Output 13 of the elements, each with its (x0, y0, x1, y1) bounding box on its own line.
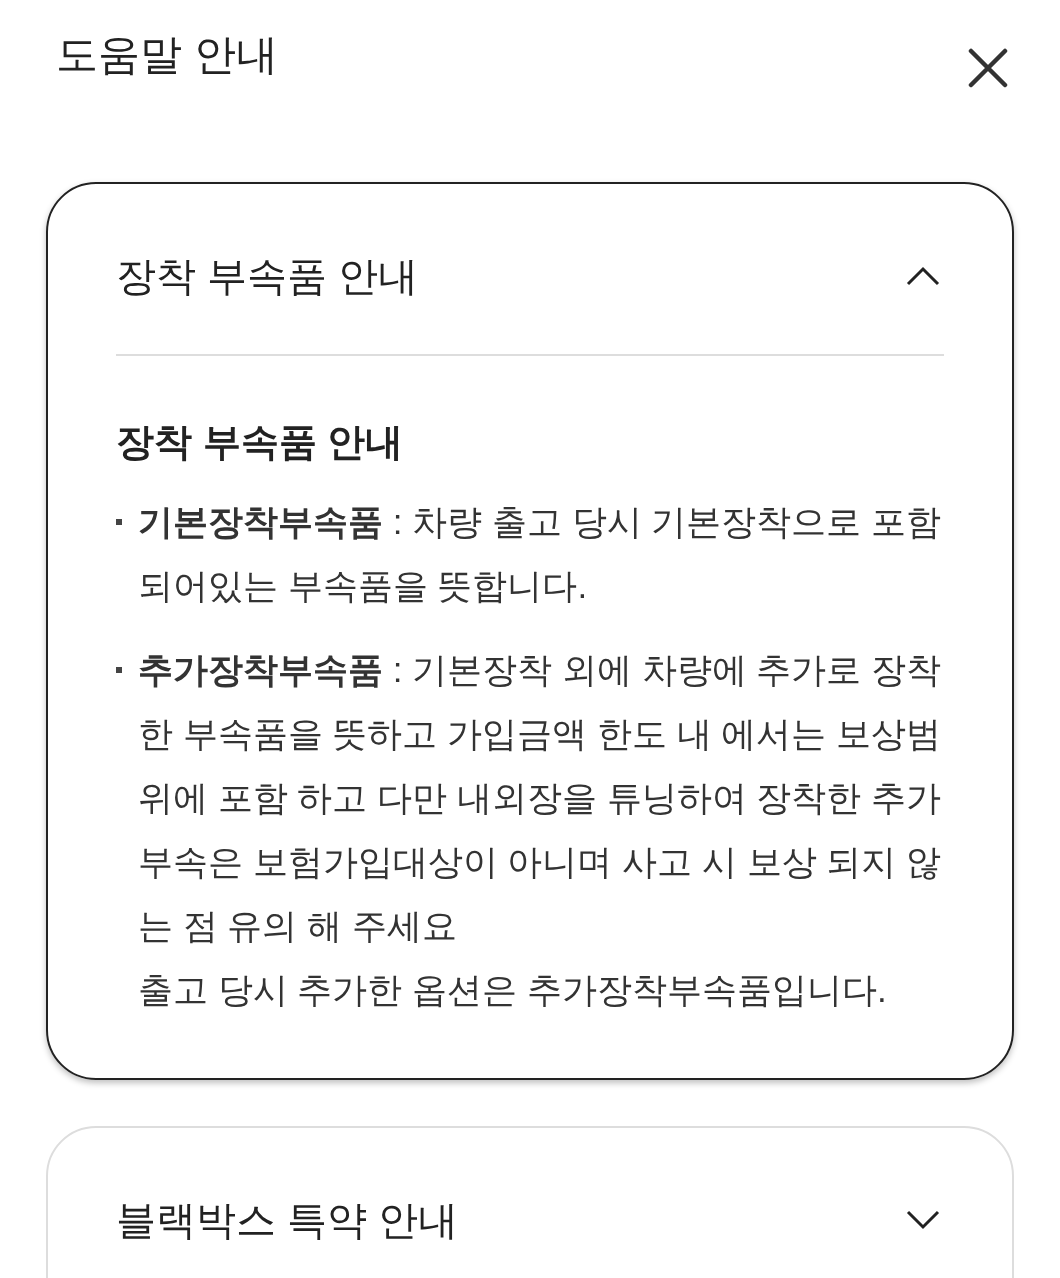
accordion-header[interactable]: 블랙박스 특약 안내 (116, 1128, 944, 1278)
bullet-text: 추가장착부속품 : 기본장착 외에 차량에 추가로 장착한 부속품을 뜻하고 가입금액 한도 내 에서는 보상범위에 포함 하고 다만 내외장을 튜닝하여 장착한 추가부속은 보험가입대상이 아니며 사고 시 보상 되지 않는 점 유의 해 주세요 (138, 649, 943, 947)
close-icon (968, 48, 1008, 88)
content-heading: 장착 부속품 안내 (116, 420, 405, 465)
bullet-text: 기본장착부속품 : 차량 출고 당시 기본장착으로 포함되어있는 부속품을 뜻합니다. (138, 501, 943, 607)
page-title: 도움말 안내 (56, 30, 278, 80)
bullet-mark (116, 667, 122, 673)
accordion-header[interactable]: 장착 부속품 안내 (116, 184, 944, 354)
bullet-note: 출고 당시 추가한 옵션은 추가장착부속품입니다. (138, 969, 888, 1011)
chevron-down-icon (906, 1210, 940, 1230)
bullet-mark (116, 519, 122, 525)
chevron-up-icon (906, 266, 940, 286)
close-button[interactable] (966, 46, 1010, 90)
